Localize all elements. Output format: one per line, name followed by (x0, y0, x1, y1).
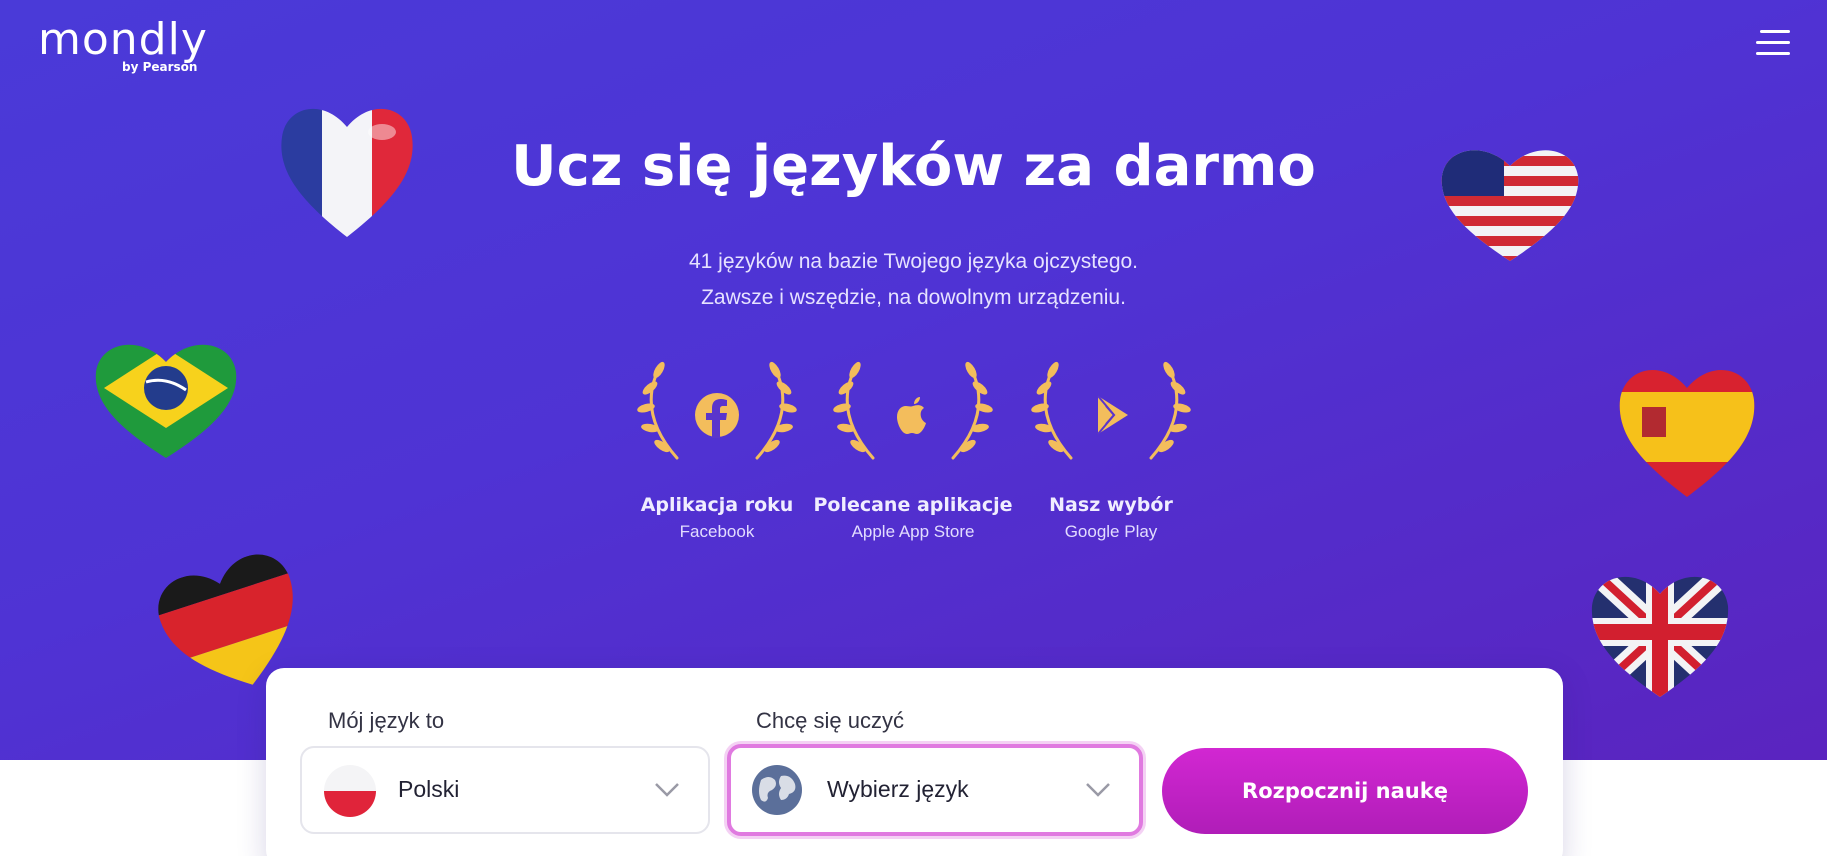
facebook-icon (694, 392, 740, 438)
native-language-label: Mój język to (328, 708, 445, 733)
usa-flag-balloon (1441, 150, 1579, 261)
target-language-label: Chcę się uczyć (756, 708, 904, 733)
google-play-icon (1088, 392, 1134, 438)
award-source: Google Play (1064, 522, 1158, 541)
hamburger-menu-icon[interactable] (1756, 30, 1790, 56)
award-apple: Polecane aplikacje Apple App Store (813, 358, 1013, 558)
hero-section: mondly by Pearson Ucz się języków za dar… (0, 0, 1827, 760)
chevron-down-icon (655, 783, 679, 797)
native-language-value: Polski (398, 776, 460, 802)
mondly-logo[interactable]: mondly by Pearson (38, 14, 214, 75)
logo-wordmark: mondly (38, 14, 208, 65)
spain-flag-balloon (1619, 370, 1755, 497)
native-language-select[interactable]: Polski (300, 746, 710, 834)
chevron-down-icon (1086, 783, 1110, 797)
globe-icon (751, 764, 803, 816)
target-language-select[interactable]: Wybierz język (727, 744, 1143, 836)
brazil-flag-balloon (95, 344, 237, 459)
language-picker-panel: Mój język to Chcę się uczyć Polski Wybie… (266, 668, 1563, 856)
target-language-placeholder: Wybierz język (827, 776, 969, 802)
award-title: Nasz wybór (1049, 494, 1173, 516)
uk-flag-balloon (1591, 576, 1729, 697)
apple-icon (890, 392, 936, 438)
france-flag-balloon (281, 108, 413, 238)
logo-byline: by Pearson (122, 60, 198, 74)
start-learning-button[interactable]: Rozpocznij naukę (1162, 748, 1528, 834)
subline-2: Zawsze i wszędzie, na dowolnym urządzeni… (701, 286, 1126, 309)
award-facebook: Aplikacja roku Facebook (617, 358, 817, 558)
award-google-play: Nasz wybór Google Play (1011, 358, 1211, 558)
poland-flag-icon (324, 765, 376, 817)
